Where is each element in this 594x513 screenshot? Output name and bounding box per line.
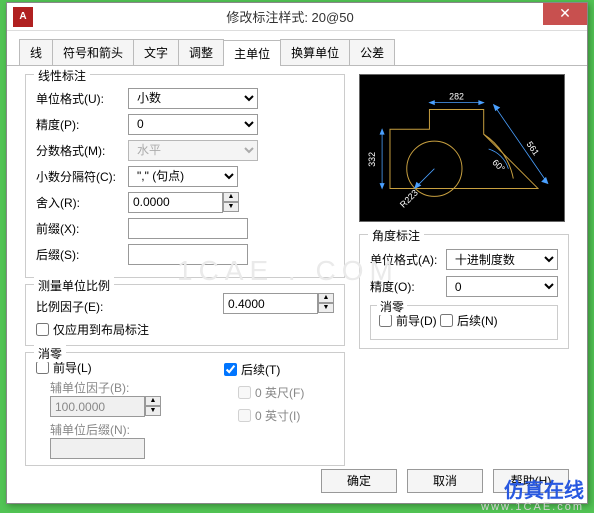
scale-down[interactable]: ▼ <box>318 303 334 313</box>
tab-arrows[interactable]: 符号和箭头 <box>52 39 134 65</box>
decimal-sep-select[interactable]: "," (句点) <box>128 166 238 187</box>
ok-button[interactable]: 确定 <box>321 469 397 493</box>
sub-suffix-input <box>50 438 145 459</box>
layout-only-label: 仅应用到布局标注 <box>53 321 149 338</box>
prefix-input[interactable] <box>128 218 248 239</box>
decimal-sep-label: 小数分隔符(C): <box>36 168 128 185</box>
group-zero-title: 消零 <box>34 345 66 362</box>
scale-up[interactable]: ▲ <box>318 293 334 303</box>
cancel-button[interactable]: 取消 <box>407 469 483 493</box>
precision-select[interactable]: 0 <box>128 114 258 135</box>
roundoff-label: 舍入(R): <box>36 194 128 211</box>
ang-leading-checkbox[interactable] <box>379 314 392 327</box>
leading-checkbox[interactable] <box>36 361 49 374</box>
svg-text:561: 561 <box>524 139 541 157</box>
svg-text:R223: R223 <box>398 188 420 210</box>
svg-text:332: 332 <box>367 152 377 167</box>
fraction-format-label: 分数格式(M): <box>36 142 128 159</box>
help-button[interactable]: 帮助(H) <box>493 469 569 493</box>
roundoff-input[interactable] <box>128 192 223 213</box>
unit-format-label: 单位格式(U): <box>36 90 128 107</box>
trailing-label: 后续(T) <box>241 361 280 378</box>
group-linear-title: 线性标注 <box>34 67 90 84</box>
ang-trailing-checkbox[interactable] <box>440 314 453 327</box>
precision-label: 精度(P): <box>36 116 128 133</box>
close-button[interactable]: ✕ <box>543 3 587 25</box>
sub-factor-down: ▼ <box>145 406 161 416</box>
inches-checkbox <box>238 409 251 422</box>
prefix-label: 前缀(X): <box>36 220 128 237</box>
ang-unit-format-select[interactable]: 十进制度数 <box>446 249 558 270</box>
ang-trailing-label: 后续(N) <box>457 312 498 329</box>
scale-factor-label: 比例因子(E): <box>36 298 128 315</box>
group-measure-title: 测量单位比例 <box>34 277 114 294</box>
sub-factor-input <box>50 396 145 417</box>
tab-primary-units[interactable]: 主单位 <box>223 40 281 66</box>
ang-precision-label: 精度(O): <box>370 278 446 295</box>
svg-text:282: 282 <box>449 92 464 102</box>
feet-label: 0 英尺(F) <box>255 384 304 401</box>
fraction-format-select: 水平 <box>128 140 258 161</box>
dialog-title: 修改标注样式: 20@50 <box>33 7 587 26</box>
ang-unit-format-label: 单位格式(A): <box>370 251 446 268</box>
tab-tolerance[interactable]: 公差 <box>349 39 395 65</box>
layout-only-checkbox[interactable] <box>36 323 49 336</box>
ang-zero-title: 消零 <box>377 298 407 315</box>
tab-text[interactable]: 文字 <box>133 39 179 65</box>
sub-factor-label: 辅单位因子(B): <box>50 379 206 396</box>
suffix-label: 后缀(S): <box>36 246 128 263</box>
roundoff-up[interactable]: ▲ <box>223 192 239 202</box>
tab-fit[interactable]: 调整 <box>178 39 224 65</box>
feet-checkbox <box>238 386 251 399</box>
tab-alt-units[interactable]: 换算单位 <box>280 39 350 65</box>
app-icon: A <box>13 7 33 27</box>
ang-precision-select[interactable]: 0 <box>446 276 558 297</box>
unit-format-select[interactable]: 小数 <box>128 88 258 109</box>
suffix-input[interactable] <box>128 244 248 265</box>
dimension-preview: 282 332 561 60° R223 <box>359 74 565 222</box>
sub-suffix-label: 辅单位后缀(N): <box>50 421 206 438</box>
scale-factor-input[interactable] <box>223 293 318 314</box>
tab-line[interactable]: 线 <box>19 39 53 65</box>
svg-text:60°: 60° <box>490 157 507 174</box>
tab-bar: 线 符号和箭头 文字 调整 主单位 换算单位 公差 <box>7 31 587 66</box>
roundoff-down[interactable]: ▼ <box>223 202 239 212</box>
sub-factor-up: ▲ <box>145 396 161 406</box>
trailing-checkbox[interactable] <box>224 363 237 376</box>
group-angular-title: 角度标注 <box>368 227 424 244</box>
inches-label: 0 英寸(I) <box>255 407 300 424</box>
